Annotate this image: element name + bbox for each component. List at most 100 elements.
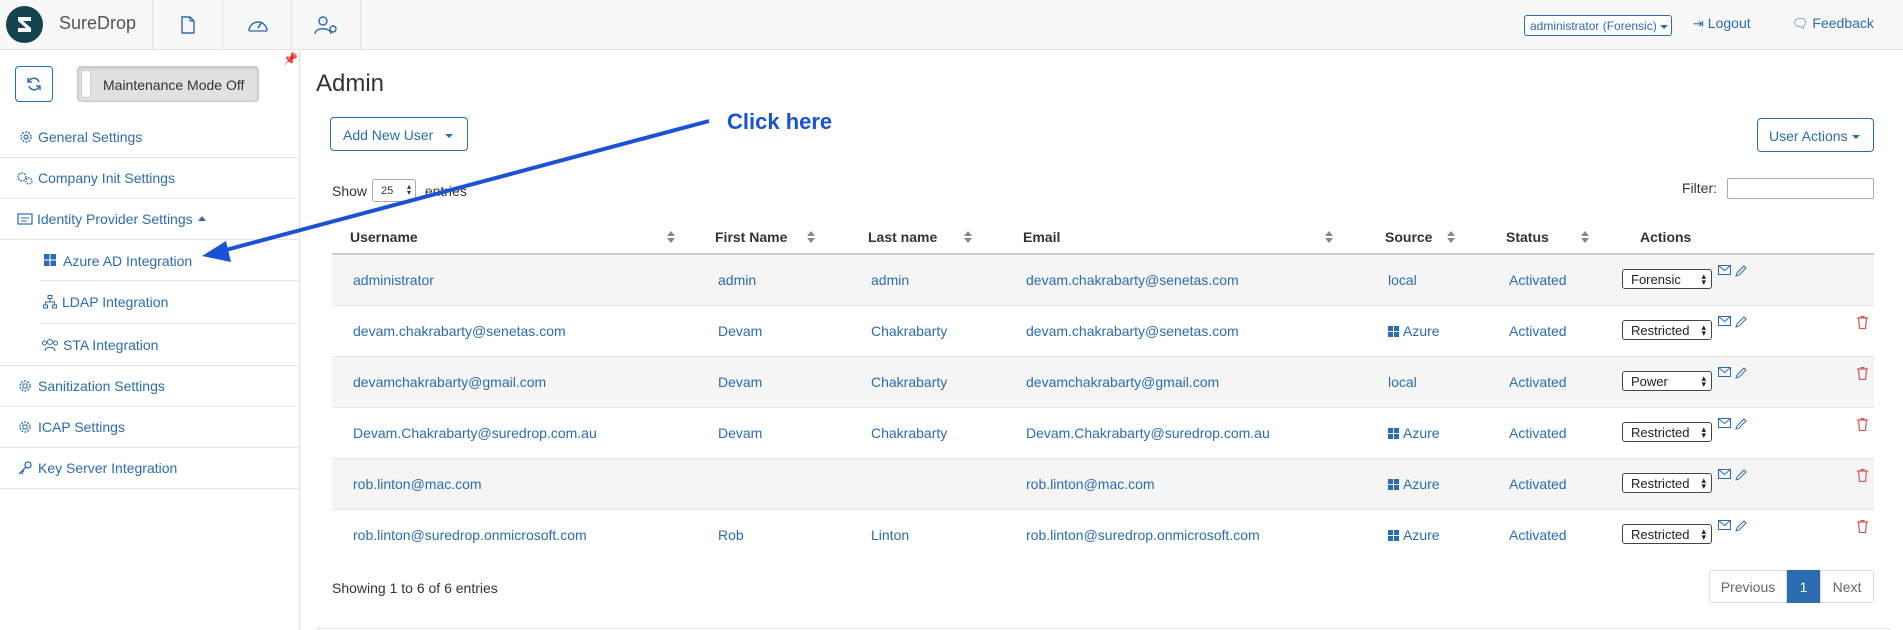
envelope-icon[interactable] <box>1718 417 1731 428</box>
edit-pencil-icon[interactable] <box>1735 366 1747 379</box>
edit-pencil-icon[interactable] <box>1735 468 1747 481</box>
sidebar-item-key-server[interactable]: Key Server Integration <box>0 448 298 489</box>
column-header-source[interactable]: Source <box>1367 220 1488 255</box>
feedback-link[interactable]: 🗨 Feedback <box>1792 15 1874 32</box>
source-text: Azure <box>1403 322 1440 339</box>
cell-username[interactable]: Devam.Chakrabarty@suredrop.com.au <box>332 406 697 458</box>
sidebar-item-identity-provider[interactable]: Identity Provider Settings <box>0 199 298 240</box>
source-text: local <box>1388 271 1417 288</box>
column-header-email[interactable]: Email <box>1005 220 1367 255</box>
edit-pencil-icon[interactable] <box>1735 265 1747 277</box>
role-select[interactable]: Restricted ▴ ▾ <box>1622 523 1712 544</box>
windows-icon <box>44 254 56 266</box>
maintenance-mode-toggle[interactable]: Maintenance Mode Off <box>77 66 259 102</box>
envelope-icon[interactable] <box>1718 468 1731 479</box>
nav-files[interactable] <box>152 0 222 50</box>
sidebar-item-sta[interactable]: STA Integration <box>0 324 298 366</box>
envelope-icon[interactable] <box>1718 519 1731 530</box>
table-row: rob.linton@mac.com rob.linton@mac.com Azur… <box>332 457 1874 509</box>
sort-icon[interactable] <box>667 231 675 243</box>
previous-page-button[interactable]: Previous <box>1709 570 1787 603</box>
page-1-button[interactable]: 1 <box>1787 570 1820 603</box>
cell-username[interactable]: devamchakrabarty@gmail.com <box>332 355 697 407</box>
suredrop-logo-icon[interactable] <box>6 6 43 43</box>
cell-username[interactable]: rob.linton@suredrop.onmicrosoft.com <box>332 508 697 560</box>
add-new-user-button[interactable]: Add New User <box>330 117 468 151</box>
role-select[interactable]: Restricted ▴ ▾ <box>1622 421 1712 442</box>
sort-icon[interactable] <box>807 231 815 243</box>
user-menu-label: administrator (Forensic) <box>1530 19 1657 33</box>
column-header-username[interactable]: Username <box>332 220 697 255</box>
role-select[interactable]: Restricted ▴ ▾ <box>1622 472 1712 493</box>
pin-icon[interactable]: 📌 <box>283 52 298 66</box>
show-prefix: Show <box>332 183 368 199</box>
nav-dashboard[interactable] <box>222 0 292 50</box>
sidebar-item-ldap[interactable]: LDAP Integration <box>40 281 298 324</box>
trash-icon[interactable] <box>1857 315 1868 329</box>
sidebar-item-label: STA Integration <box>63 337 159 353</box>
next-page-button[interactable]: Next <box>1820 570 1874 603</box>
column-header-last-name[interactable]: Last name <box>850 220 1005 255</box>
envelope-icon[interactable] <box>1718 315 1731 326</box>
cell-actions: Restricted ▴ ▾ <box>1622 406 1874 458</box>
chevron-down-icon <box>445 134 454 139</box>
sort-icon[interactable] <box>1447 231 1455 243</box>
select-arrows-icon: ▴ ▾ <box>1701 271 1706 287</box>
id-card-icon <box>17 213 33 225</box>
sidebar-item-azure-ad[interactable]: Azure AD Integration <box>40 240 298 281</box>
cell-username[interactable]: rob.linton@mac.com <box>332 457 697 509</box>
sort-icon[interactable] <box>1325 231 1333 243</box>
sort-icon[interactable] <box>1581 231 1589 243</box>
username-text: rob.linton@suredrop.onmicrosoft.com <box>353 526 587 543</box>
sidebar-item-label: Azure AD Integration <box>63 253 193 269</box>
role-value: Forensic <box>1631 272 1681 287</box>
role-select[interactable]: Power ▴ ▾ <box>1622 370 1712 391</box>
cell-status: Activated <box>1488 253 1622 305</box>
email-text: rob.linton@mac.com <box>1026 475 1155 492</box>
status-text: Activated <box>1509 322 1567 339</box>
cell-first-name: Devam <box>697 355 850 407</box>
role-select[interactable]: Restricted ▴ ▾ <box>1622 319 1712 340</box>
status-text: Activated <box>1509 424 1567 441</box>
cell-email: Devam.Chakrabarty@suredrop.com.au <box>1005 406 1367 458</box>
annotation-text: Click here <box>727 109 833 134</box>
logout-link[interactable]: ⇥ Logout <box>1693 15 1751 32</box>
sidebar-item-company-init[interactable]: Company Init Settings <box>0 158 298 199</box>
top-navbar: SureDrop administrator (Forensic) ⇥ Logo… <box>0 0 1903 50</box>
refresh-button[interactable] <box>15 66 53 102</box>
cell-username[interactable]: devam.chakrabarty@senetas.com <box>332 304 697 356</box>
envelope-icon[interactable] <box>1718 366 1731 377</box>
trash-icon[interactable] <box>1857 366 1868 380</box>
cell-username[interactable]: administrator <box>332 253 697 305</box>
sort-icon[interactable] <box>964 231 972 243</box>
edit-pencil-icon[interactable] <box>1735 519 1747 532</box>
column-header-first-name[interactable]: First Name <box>697 220 850 255</box>
sidebar-item-general-settings[interactable]: General Settings <box>0 117 298 158</box>
trash-icon[interactable] <box>1857 468 1868 482</box>
user-menu-dropdown[interactable]: administrator (Forensic) <box>1524 15 1672 36</box>
email-text: Devam.Chakrabarty@suredrop.com.au <box>1026 424 1270 441</box>
column-header-status[interactable]: Status <box>1488 220 1622 255</box>
status-text: Activated <box>1509 475 1567 492</box>
nav-admin[interactable] <box>291 0 361 50</box>
gear-icon <box>20 131 32 143</box>
cell-last-name: Chakrabarty <box>850 304 1005 356</box>
trash-icon[interactable] <box>1857 417 1868 431</box>
table-row: Devam.Chakrabarty@suredrop.com.au Devam Ch… <box>332 406 1874 458</box>
cell-actions: Restricted ▴ ▾ <box>1622 508 1874 560</box>
sidebar-item-icap[interactable]: ICAP Settings <box>0 407 298 448</box>
filter-input[interactable] <box>1727 178 1874 199</box>
user-actions-button[interactable]: User Actions <box>1757 118 1874 152</box>
entries-per-page-value: 25 <box>381 185 394 197</box>
entries-per-page-select[interactable]: 25 ▴ ▾ <box>372 179 416 202</box>
envelope-icon[interactable] <box>1718 265 1731 275</box>
edit-pencil-icon[interactable] <box>1735 417 1747 430</box>
trash-icon[interactable] <box>1857 519 1868 533</box>
edit-pencil-icon[interactable] <box>1735 315 1747 328</box>
sidebar-item-label: LDAP Integration <box>62 294 169 310</box>
sidebar-item-sanitization[interactable]: Sanitization Settings <box>0 366 298 407</box>
role-select[interactable]: Forensic ▴ ▾ <box>1622 269 1712 289</box>
brand-name: SureDrop <box>59 13 137 33</box>
sidebar-item-label: Identity Provider Settings <box>37 211 193 227</box>
cell-email: rob.linton@mac.com <box>1005 457 1367 509</box>
